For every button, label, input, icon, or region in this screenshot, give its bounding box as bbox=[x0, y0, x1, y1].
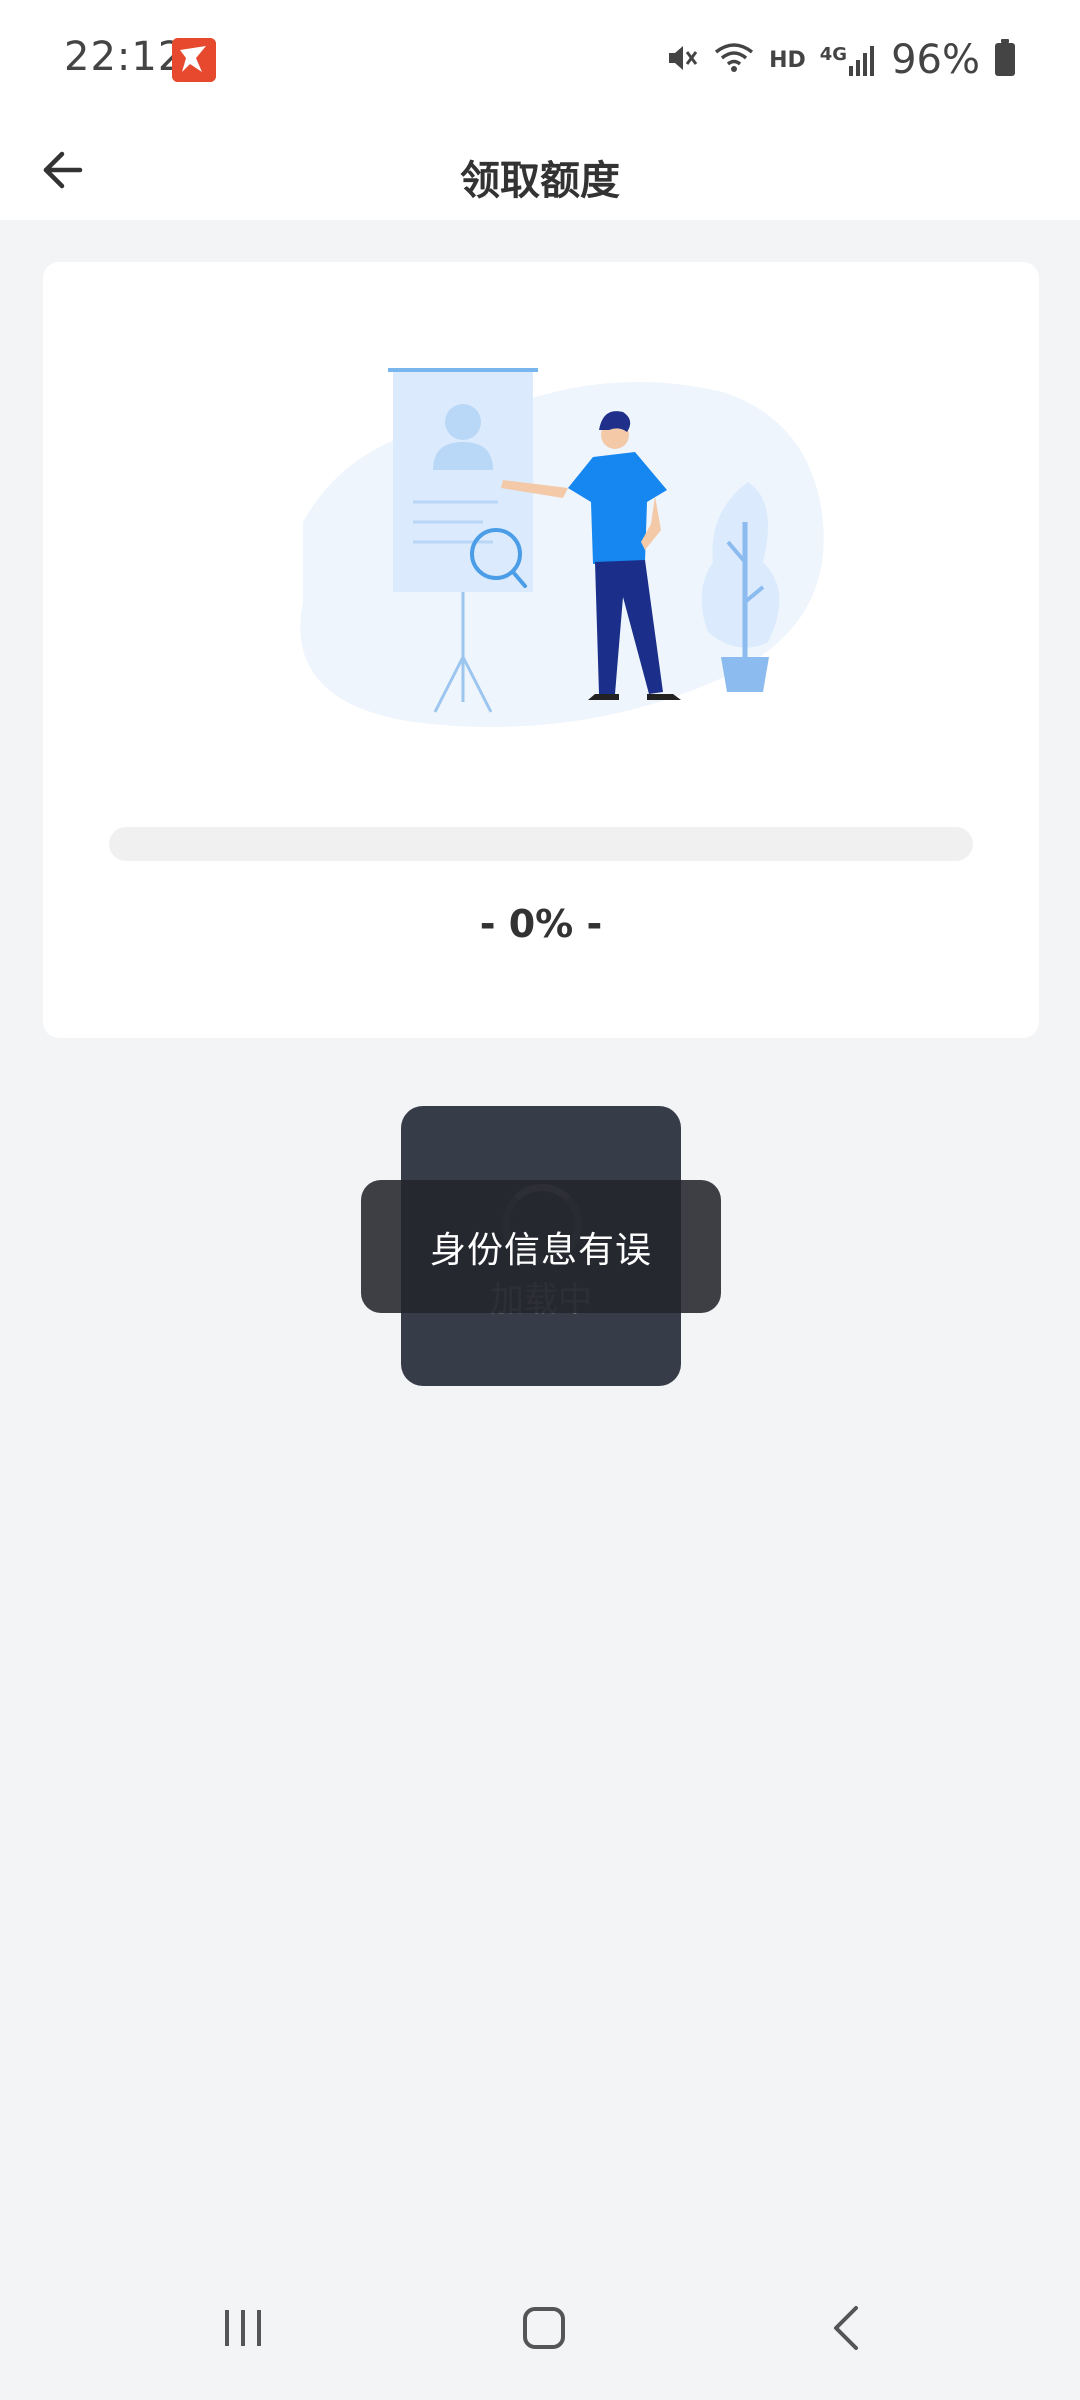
progress-text: - 0% - bbox=[479, 902, 603, 946]
wifi-icon bbox=[713, 40, 755, 80]
toast-message: 身份信息有误 bbox=[429, 1229, 652, 1271]
home-button[interactable] bbox=[484, 2280, 604, 2376]
system-nav-bar bbox=[0, 2256, 1080, 2400]
mute-icon bbox=[663, 40, 699, 80]
recent-apps-icon bbox=[225, 2310, 261, 2346]
progress-bar bbox=[109, 827, 973, 861]
signal-label: 4G bbox=[819, 44, 848, 65]
battery-percent: 96% bbox=[891, 37, 980, 83]
page-title: 领取额度 bbox=[460, 158, 620, 204]
quota-card: - 0% - bbox=[43, 262, 1039, 1038]
home-icon bbox=[523, 2307, 565, 2349]
status-time: 22:12 bbox=[64, 34, 185, 80]
status-bar: 22:12 HD 4G 96% bbox=[0, 0, 1080, 120]
app-notification-icon bbox=[172, 38, 216, 82]
status-icons: HD 4G 96% bbox=[663, 30, 1016, 90]
battery-icon bbox=[994, 39, 1016, 81]
error-toast: 身份信息有误 bbox=[361, 1180, 721, 1313]
network-label: HD bbox=[769, 47, 806, 73]
presentation-illustration bbox=[243, 302, 883, 782]
system-back-button[interactable] bbox=[788, 2280, 908, 2376]
back-icon bbox=[834, 2306, 858, 2350]
header: 领取额度 bbox=[0, 120, 1080, 220]
recent-apps-button[interactable] bbox=[183, 2280, 303, 2376]
signal-icon: 4G bbox=[820, 44, 877, 76]
